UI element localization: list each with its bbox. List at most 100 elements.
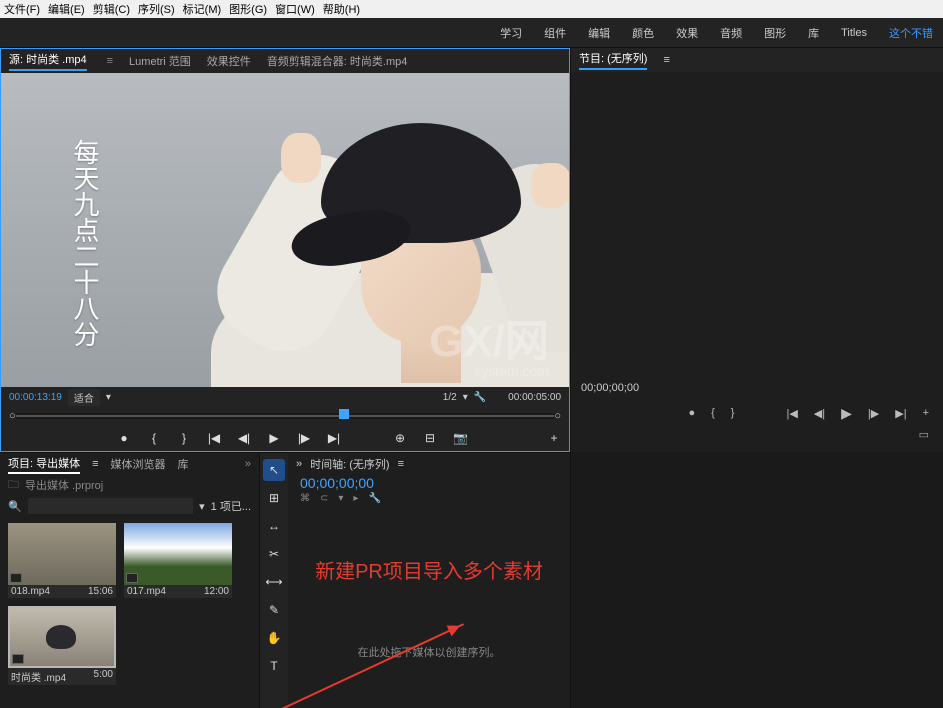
play-icon[interactable]: ▶ xyxy=(841,405,852,422)
marker-icon[interactable]: ● xyxy=(688,407,695,419)
clip-duration: 15:06 xyxy=(88,586,113,597)
pen-tool-icon[interactable]: ✎ xyxy=(263,599,285,621)
tab-effect-controls[interactable]: 效果控件 xyxy=(207,53,251,69)
timeline-drop-hint: 在此处拖下媒体以创建序列。 xyxy=(358,644,501,660)
workspace-learn[interactable]: 学习 xyxy=(500,25,522,41)
timeline-timecode[interactable]: 00;00;00;00 xyxy=(288,475,570,491)
workspace-color[interactable]: 颜色 xyxy=(632,25,654,41)
menu-graphics[interactable]: 图形(G) xyxy=(229,1,267,17)
video-overlay-text: 每天九点二十八分 xyxy=(67,139,104,347)
hand-tool-icon[interactable]: ✋ xyxy=(263,627,285,649)
timeline-toolbar: ⌘ ⊂ ▾ ▸ 🔧 xyxy=(288,491,570,506)
source-scale[interactable]: 1/2 xyxy=(443,392,457,403)
step-forward-icon[interactable]: |▶ xyxy=(297,431,311,445)
workspace-graphics[interactable]: 图形 xyxy=(764,25,786,41)
zoom-fit-dropdown[interactable]: 适合 xyxy=(68,389,100,406)
go-to-in-icon[interactable]: |◀ xyxy=(207,431,221,445)
source-transport-bar: ● { } |◀ ◀| ▶ |▶ ▶| ⊕ ⊟ 📷 + xyxy=(1,425,569,451)
play-icon[interactable]: ▶ xyxy=(267,431,281,445)
program-monitor-panel: 节目: (无序列) ≡ 00;00;00;00 ● { } |◀ ◀| ▶ |▶… xyxy=(571,48,943,452)
marker-add-icon[interactable]: ▾ xyxy=(338,493,343,504)
go-to-in-icon[interactable]: |◀ xyxy=(786,407,797,420)
project-search-input[interactable] xyxy=(28,498,193,514)
workspace-effects[interactable]: 效果 xyxy=(676,25,698,41)
menu-help[interactable]: 帮助(H) xyxy=(323,1,360,17)
go-to-out-icon[interactable]: ▶| xyxy=(327,431,341,445)
out-point-icon[interactable]: } xyxy=(731,407,735,419)
button-editor-icon[interactable]: + xyxy=(923,407,929,419)
clip-name: 时尚类 .mp4 xyxy=(11,669,66,684)
panel-menu-icon[interactable]: ≡ xyxy=(398,458,404,470)
link-icon[interactable]: ⊂ xyxy=(320,493,328,504)
program-video-preview[interactable] xyxy=(571,72,943,378)
razor-tool-icon[interactable]: ✂ xyxy=(263,543,285,565)
scrub-start-icon[interactable]: ○ xyxy=(9,410,16,422)
in-point-icon[interactable]: { xyxy=(711,407,715,419)
menu-clip[interactable]: 剪辑(C) xyxy=(93,1,130,17)
step-back-icon[interactable]: ◀| xyxy=(814,407,825,420)
workspace-libraries[interactable]: 库 xyxy=(808,25,819,41)
tab-libraries[interactable]: 库 xyxy=(178,456,189,472)
workspace-audio[interactable]: 音频 xyxy=(720,25,742,41)
out-point-icon[interactable]: } xyxy=(177,431,191,445)
scrub-end-icon[interactable]: ○ xyxy=(554,410,561,422)
panel-menu-icon[interactable]: ≡ xyxy=(663,54,669,66)
step-forward-icon[interactable]: |▶ xyxy=(868,407,879,420)
timeline-panel: » 时间轴: (无序列) ≡ 00;00;00;00 ⌘ ⊂ ▾ ▸ 🔧 新建P… xyxy=(288,453,570,708)
export-frame-icon[interactable]: 📷 xyxy=(453,431,467,445)
tab-program[interactable]: 节目: (无序列) xyxy=(579,50,647,70)
source-video-preview[interactable]: 每天九点二十八分 GX/网 system.com xyxy=(1,73,569,387)
project-item-count: 1 项已... xyxy=(211,498,251,514)
clip-item[interactable]: 017.mp412:00 xyxy=(124,523,232,598)
type-tool-icon[interactable]: T xyxy=(263,655,285,677)
go-to-out-icon[interactable]: ▶| xyxy=(895,407,906,420)
expand-icon[interactable]: » xyxy=(296,458,302,470)
clip-item-selected[interactable]: 时尚类 .mp4 5:00 xyxy=(8,606,116,685)
chevron-down-icon[interactable]: ▾ xyxy=(463,392,468,403)
marker-icon[interactable]: ● xyxy=(117,431,131,445)
expand-icon[interactable]: » xyxy=(245,458,251,470)
settings-icon[interactable]: ▸ xyxy=(353,493,358,504)
menu-file[interactable]: 文件(F) xyxy=(4,1,40,17)
menu-window[interactable]: 窗口(W) xyxy=(275,1,315,17)
source-timeline-scrubber[interactable]: ○ ○ xyxy=(1,407,569,425)
insert-icon[interactable]: ⊕ xyxy=(393,431,407,445)
menu-sequence[interactable]: 序列(S) xyxy=(138,1,175,17)
button-editor-icon[interactable]: + xyxy=(547,431,561,445)
tab-media-browser[interactable]: 媒体浏览器 xyxy=(111,456,166,472)
panel-menu-icon[interactable]: ≡ xyxy=(92,458,98,470)
tab-source[interactable]: 源: 时尚类 .mp4 xyxy=(9,51,87,71)
workspace-titles[interactable]: Titles xyxy=(841,27,867,39)
panel-menu-icon[interactable]: ≡ xyxy=(107,55,113,67)
track-select-tool-icon[interactable]: ⊞ xyxy=(263,487,285,509)
filter-icon[interactable]: ▾ xyxy=(199,500,205,513)
workspace-editing[interactable]: 编辑 xyxy=(588,25,610,41)
tab-audio-mixer[interactable]: 音频剪辑混合器: 时尚类.mp4 xyxy=(267,53,408,69)
clip-duration: 5:00 xyxy=(94,669,113,684)
tab-project[interactable]: 项目: 导出媒体 xyxy=(8,455,80,474)
wrench-icon[interactable]: 🔧 xyxy=(368,493,380,504)
in-point-icon[interactable]: { xyxy=(147,431,161,445)
program-timecode[interactable]: 00;00;00;00 xyxy=(571,378,943,398)
playhead-icon[interactable] xyxy=(339,409,349,419)
clip-name: 017.mp4 xyxy=(127,586,166,597)
workspace-assembly[interactable]: 组件 xyxy=(544,25,566,41)
menu-marker[interactable]: 标记(M) xyxy=(183,1,222,17)
step-back-icon[interactable]: ◀| xyxy=(237,431,251,445)
snap-icon[interactable]: ⌘ xyxy=(300,493,310,504)
ripple-edit-tool-icon[interactable]: ↔ xyxy=(263,515,285,537)
overwrite-icon[interactable]: ⊟ xyxy=(423,431,437,445)
tab-lumetri[interactable]: Lumetri 范围 xyxy=(129,53,191,69)
clip-item[interactable]: 018.mp415:06 xyxy=(8,523,116,598)
menu-edit[interactable]: 编辑(E) xyxy=(48,1,85,17)
search-icon[interactable]: 🔍 xyxy=(8,500,22,513)
chevron-down-icon[interactable]: ▾ xyxy=(106,392,111,403)
workspace-custom[interactable]: 这个不错 xyxy=(889,25,933,41)
slip-tool-icon[interactable]: ⟷ xyxy=(263,571,285,593)
selection-tool-icon[interactable]: ↖ xyxy=(263,459,285,481)
wrench-icon[interactable]: 🔧 xyxy=(474,392,486,403)
tab-timeline[interactable]: 时间轴: (无序列) xyxy=(310,456,389,472)
source-timecode[interactable]: 00:00:13:19 xyxy=(9,392,62,403)
watermark: GX/网 system.com xyxy=(429,305,549,379)
safe-margins-icon[interactable]: ▭ xyxy=(919,428,929,452)
